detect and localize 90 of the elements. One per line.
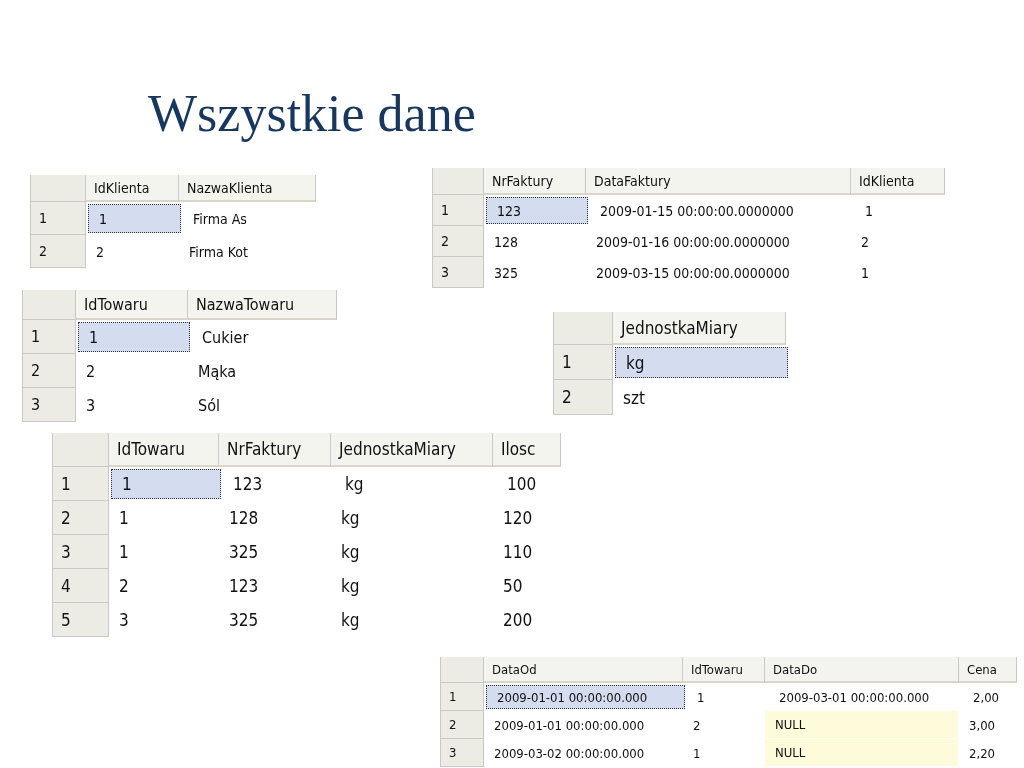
table-cell: 2009-03-02 00:00:00.000 bbox=[484, 739, 683, 767]
table-cell: 3,00 bbox=[959, 711, 1017, 739]
table-cell: 120 bbox=[493, 501, 561, 535]
column-header[interactable]: Cena bbox=[959, 657, 1017, 683]
row-number: 3 bbox=[23, 388, 76, 422]
table-cell: 2009-01-15 00:00:00.0000000 bbox=[590, 195, 855, 226]
column-header[interactable]: JednostkaMiary bbox=[613, 312, 786, 345]
column-header[interactable]: DataDo bbox=[765, 657, 959, 683]
table-cell: 1 bbox=[851, 257, 945, 288]
table-cell: Mąka bbox=[188, 354, 337, 388]
table-cell: 123 bbox=[486, 197, 588, 224]
row-number: 4 bbox=[53, 569, 109, 603]
table-cell: 1 bbox=[78, 322, 190, 352]
table-cell: 110 bbox=[493, 535, 561, 569]
table-cell: kg bbox=[335, 467, 497, 501]
column-header[interactable]: JednostkaMiary bbox=[331, 433, 493, 467]
row-number: 2 bbox=[433, 226, 484, 257]
grid-corner-cell[interactable] bbox=[554, 312, 613, 345]
row-number: 2 bbox=[31, 235, 86, 268]
table-cell: 2 bbox=[86, 235, 179, 268]
grid-corner-cell[interactable] bbox=[53, 433, 109, 467]
table-cell: 3 bbox=[109, 603, 219, 637]
table-cell: kg bbox=[331, 569, 493, 603]
table-cell: 128 bbox=[219, 501, 331, 535]
table-cell: 1 bbox=[109, 535, 219, 569]
table-cell: 50 bbox=[493, 569, 561, 603]
row-number: 1 bbox=[554, 345, 613, 380]
grid-corner-cell[interactable] bbox=[433, 168, 484, 195]
table-cell: Firma As bbox=[183, 202, 320, 235]
table-cell: 3 bbox=[76, 388, 188, 422]
table-cell: 2009-01-01 00:00:00.000 bbox=[484, 711, 683, 739]
column-header[interactable]: IdKlienta bbox=[851, 168, 945, 195]
row-number: 1 bbox=[23, 320, 76, 354]
table-cell: 123 bbox=[223, 467, 335, 501]
table-cell: 2009-01-01 00:00:00.000 bbox=[486, 685, 685, 709]
row-number: 1 bbox=[53, 467, 109, 501]
column-header[interactable]: Ilosc bbox=[493, 433, 561, 467]
row-number: 2 bbox=[441, 711, 484, 739]
table-cell: kg bbox=[331, 535, 493, 569]
table-cell: 1 bbox=[111, 469, 221, 499]
table-cell: 2 bbox=[109, 569, 219, 603]
table-cell: szt bbox=[613, 380, 786, 415]
table-cell: 1 bbox=[109, 501, 219, 535]
table-cell: 128 bbox=[484, 226, 586, 257]
row-number: 1 bbox=[441, 683, 484, 711]
table-cell: Cukier bbox=[192, 320, 341, 354]
row-number: 5 bbox=[53, 603, 109, 637]
table-cell: 100 bbox=[497, 467, 565, 501]
column-header[interactable]: IdTowaru bbox=[683, 657, 765, 683]
column-header[interactable]: IdTowaru bbox=[76, 290, 188, 320]
table-cell: 200 bbox=[493, 603, 561, 637]
column-header[interactable]: NrFaktury bbox=[219, 433, 331, 467]
table-cell: Sól bbox=[188, 388, 337, 422]
table-cell: 2 bbox=[851, 226, 945, 257]
row-number: 3 bbox=[441, 739, 484, 767]
table-cell: 1 bbox=[88, 204, 181, 233]
column-header[interactable]: IdKlienta bbox=[86, 175, 179, 202]
table-cell: NULL bbox=[765, 711, 959, 739]
row-number: 2 bbox=[23, 354, 76, 388]
column-header[interactable]: NazwaKlienta bbox=[179, 175, 316, 202]
row-number: 3 bbox=[433, 257, 484, 288]
table-cell: 2,20 bbox=[959, 739, 1017, 767]
row-number: 1 bbox=[433, 195, 484, 226]
table-cell: 2 bbox=[76, 354, 188, 388]
column-header[interactable]: NazwaTowaru bbox=[188, 290, 337, 320]
row-number: 2 bbox=[554, 380, 613, 415]
table-cell: 2,00 bbox=[963, 683, 1021, 711]
column-header[interactable]: IdTowaru bbox=[109, 433, 219, 467]
table-cell: kg bbox=[331, 603, 493, 637]
table-cell: 2009-03-15 00:00:00.0000000 bbox=[586, 257, 851, 288]
table-cell: kg bbox=[331, 501, 493, 535]
table-cell: 2009-01-16 00:00:00.0000000 bbox=[586, 226, 851, 257]
table-cell: Firma Kot bbox=[179, 235, 316, 268]
column-header[interactable]: DataOd bbox=[484, 657, 683, 683]
row-number: 2 bbox=[53, 501, 109, 535]
row-number: 3 bbox=[53, 535, 109, 569]
table-cell: NULL bbox=[765, 739, 959, 767]
column-header[interactable]: NrFaktury bbox=[484, 168, 586, 195]
table-cell: 325 bbox=[484, 257, 586, 288]
table-cell: 325 bbox=[219, 603, 331, 637]
table-cell: 123 bbox=[219, 569, 331, 603]
table-cell: 325 bbox=[219, 535, 331, 569]
row-number: 1 bbox=[31, 202, 86, 235]
slide-title: Wszystkie dane bbox=[148, 84, 476, 143]
table-cell: 1 bbox=[855, 195, 949, 226]
grid-corner-cell[interactable] bbox=[441, 657, 484, 683]
table-cell: kg bbox=[615, 347, 788, 378]
grid-corner-cell[interactable] bbox=[23, 290, 76, 320]
column-header[interactable]: DataFaktury bbox=[586, 168, 851, 195]
grid-corner-cell[interactable] bbox=[31, 175, 86, 202]
